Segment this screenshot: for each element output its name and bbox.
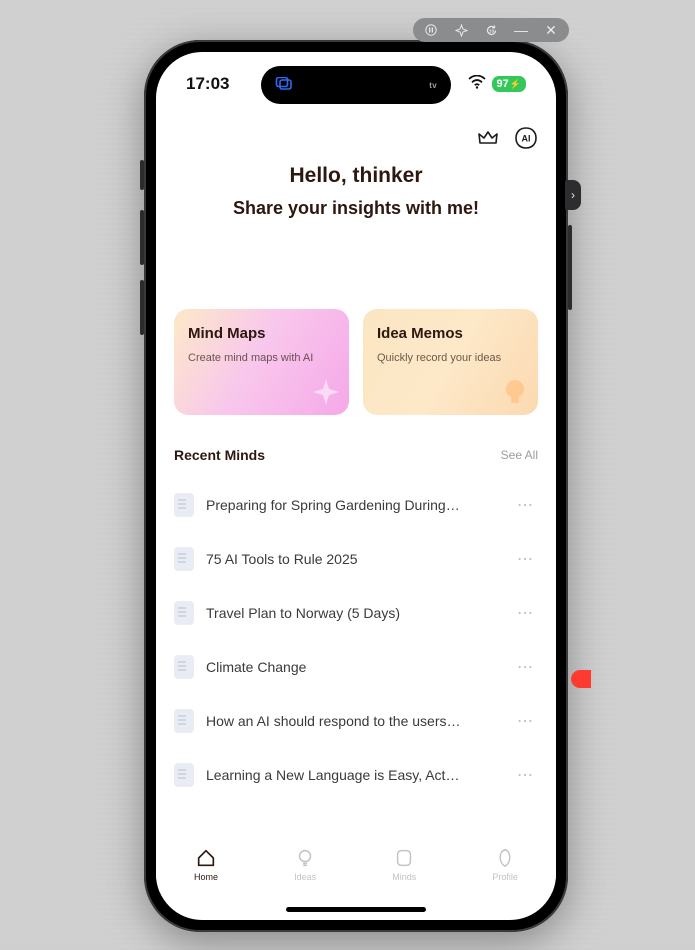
document-icon [174,709,194,733]
battery-indicator: 97⚡ [492,76,526,92]
recent-list: Preparing for Spring Gardening During… ⋯… [174,483,538,797]
list-item[interactable]: 75 AI Tools to Rule 2025 ⋯ [174,537,538,581]
crown-icon[interactable] [476,126,500,150]
power-button [568,225,572,310]
card-title: Mind Maps [188,325,335,342]
more-icon[interactable]: ⋯ [513,761,538,789]
dynamic-island: tv [261,66,451,104]
card-subtitle: Create mind maps with AI [188,352,335,364]
document-icon [174,547,194,571]
close-button[interactable]: ✕ [543,22,559,38]
more-icon[interactable]: ⋯ [513,545,538,573]
more-icon[interactable]: ⋯ [513,491,538,519]
card-title: Idea Memos [377,325,524,342]
list-item-title: Climate Change [206,659,501,675]
note-icon [393,847,415,869]
svg-text:10: 10 [488,28,494,33]
document-icon [174,655,194,679]
list-item-title: 75 AI Tools to Rule 2025 [206,551,501,567]
tab-label: Ideas [294,872,316,882]
wifi-icon [468,75,486,94]
tab-minds[interactable]: Minds [392,847,416,882]
island-app-icon [275,77,297,93]
list-item[interactable]: Preparing for Spring Gardening During… ⋯ [174,483,538,527]
tab-home[interactable]: Home [194,847,218,882]
recent-minds-title: Recent Minds [174,447,265,463]
sparkle-icon [309,375,343,409]
list-item[interactable]: Learning a New Language is Easy, Act… ⋯ [174,753,538,797]
phone-frame: tv 17:03 97⚡ AI [144,40,568,932]
list-item[interactable]: Travel Plan to Norway (5 Days) ⋯ [174,591,538,635]
volume-down-button [140,280,144,335]
more-icon[interactable]: ⋯ [513,707,538,735]
see-all-link[interactable]: See All [501,448,538,462]
tab-bar: Home Ideas Minds Profile [156,836,556,892]
tab-profile[interactable]: Profile [492,847,518,882]
document-icon [174,763,194,787]
leaf-icon [494,847,516,869]
list-item-title: How an AI should respond to the users… [206,713,501,729]
list-item[interactable]: How an AI should respond to the users… ⋯ [174,699,538,743]
phone-screen: tv 17:03 97⚡ AI [156,52,556,920]
island-right-label: tv [429,81,437,90]
document-icon [174,601,194,625]
list-item-title: Travel Plan to Norway (5 Days) [206,605,501,621]
list-item[interactable]: Climate Change ⋯ [174,645,538,689]
volume-up-button [140,210,144,265]
list-item-title: Learning a New Language is Easy, Act… [206,767,501,783]
svg-text:AI: AI [522,134,531,144]
more-icon[interactable]: ⋯ [513,599,538,627]
reset-icon[interactable]: 10 [483,22,499,38]
idea-memos-card[interactable]: Idea Memos Quickly record your ideas [363,309,538,415]
more-icon[interactable]: ⋯ [513,653,538,681]
side-panel-arrow[interactable]: › [565,180,581,210]
bulb-icon [498,375,532,409]
greeting-text: Hello, thinker [289,164,422,188]
document-icon [174,493,194,517]
tab-label: Profile [492,872,518,882]
pin-icon[interactable] [453,22,469,38]
tab-label: Minds [392,872,416,882]
mind-maps-card[interactable]: Mind Maps Create mind maps with AI [174,309,349,415]
tab-ideas[interactable]: Ideas [294,847,316,882]
pause-icon[interactable] [423,22,439,38]
home-indicator[interactable] [286,907,426,912]
subtitle-text: Share your insights with me! [174,198,538,219]
tab-label: Home [194,872,218,882]
card-subtitle: Quickly record your ideas [377,352,524,364]
bulb-icon [294,847,316,869]
ai-badge-icon[interactable]: AI [514,126,538,150]
simulator-window-controls: 10 — ✕ [413,18,569,42]
status-time: 17:03 [186,74,229,94]
list-item-title: Preparing for Spring Gardening During… [206,497,501,513]
minimize-button[interactable]: — [513,22,529,38]
home-icon [195,847,217,869]
side-red-tab[interactable] [571,670,591,688]
silence-switch [140,160,144,190]
